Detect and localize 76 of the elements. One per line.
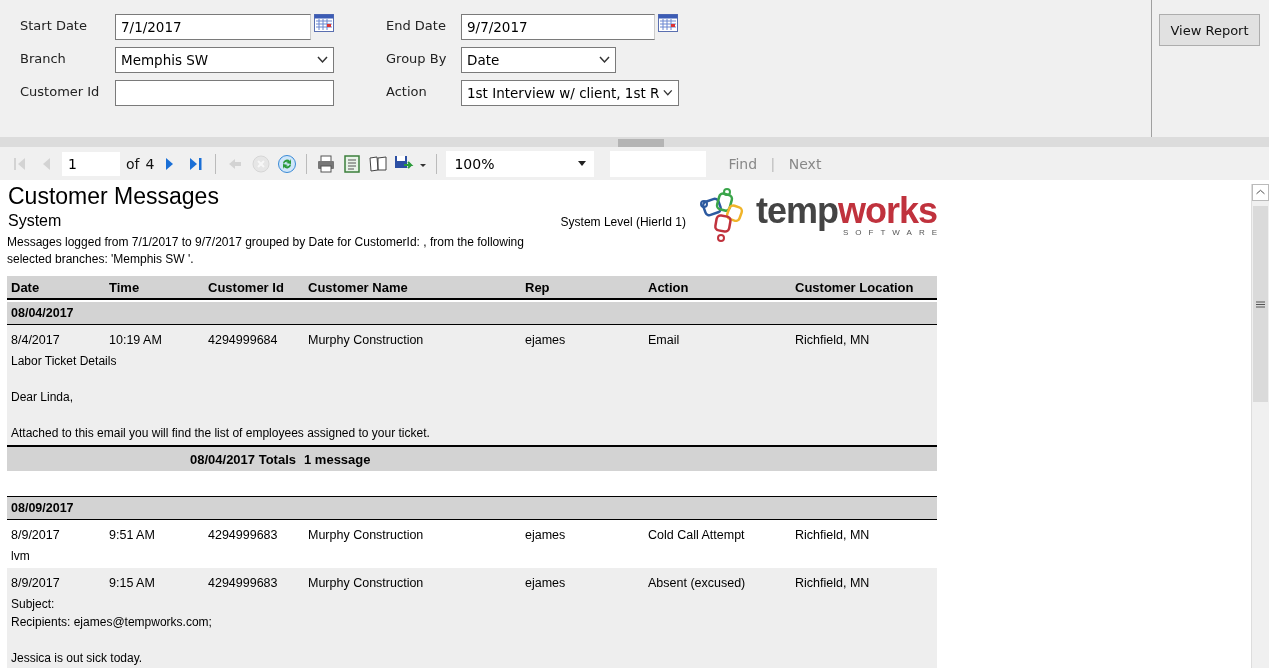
page-number-field[interactable]: 1 [62,151,120,176]
field-label: End Date [386,17,447,35]
table-cell-text: ejames [524,527,567,542]
zoom-dropdown[interactable]: 100% [446,150,595,177]
page-of-label: of [126,155,140,172]
table-cell-text: 9:15 AM [108,575,156,590]
field-label: Branch [20,50,67,68]
table-cell-text: 9:51 AM [108,527,156,542]
report-subtitle: System [8,212,63,230]
group-header: 08/04/2017 [7,302,937,325]
group-header: 08/09/2017 [7,496,937,520]
dropdown[interactable]: Date [461,47,616,73]
table-cell-text: Cold Call Attempt [647,527,746,542]
table-cell-text: 4294999684 [207,332,279,347]
company-logo: tempworks SOFTWARE [699,188,937,276]
column-header: Customer Id [207,279,285,295]
table-cell-text: Murphy Construction [307,527,425,542]
toolbar-divider: | [771,155,775,172]
print-layout-icon[interactable] [342,153,363,174]
field-label: Group By [386,50,448,68]
refresh-icon[interactable] [277,153,298,174]
print-icon[interactable] [316,153,337,174]
message-text: lvm [10,548,30,565]
table-cell-text: 4294999683 [207,575,279,590]
splitter-handle[interactable] [618,139,664,147]
table-cell-text: Email [647,332,681,347]
table-cell-text: 10:19 AM [108,332,163,347]
text-field[interactable] [115,80,334,106]
dropdown-caret-icon [578,161,587,166]
field-label: Action [386,83,428,101]
level-label: System Level (HierId 1) [560,215,686,231]
report-title: Customer Messages [8,183,220,210]
table-cell-text: 4294999683 [207,527,279,542]
column-header: Time [108,279,141,295]
column-header: Date [10,279,41,295]
column-header: Rep [524,279,551,295]
table-cell-text: 8/4/2017 [10,332,61,347]
view-report-button[interactable]: View Report [1159,14,1260,46]
column-header: Customer Location [794,279,915,295]
date-field[interactable]: 7/1/2017 [115,14,311,40]
grip-icon [1256,300,1265,308]
column-header: Customer Name [307,279,409,295]
dropdown-caret-icon [599,56,610,64]
message-text: Recipients: ejames@tempworks.com; [10,614,212,631]
dropdown-caret-icon [663,89,673,97]
field-label: Start Date [20,17,88,35]
table-cell-text: 8/9/2017 [10,527,61,542]
calendar-icon[interactable] [314,14,334,32]
scroll-up-icon[interactable] [1252,184,1269,201]
calendar-icon[interactable] [658,14,678,32]
dropdown[interactable]: 1st Interview w/ client, 1st R [461,80,679,106]
message-text: Attached to this email you will find the list of employees assigned to your ticket. [10,425,430,442]
dropdown[interactable]: Memphis SW [115,47,334,73]
message-text: Jessica is out sick today. [10,650,143,667]
message-text: Subject: [10,596,55,613]
column-header: Action [647,279,690,295]
page-count: 4 [145,155,155,172]
date-field[interactable]: 9/7/2017 [461,14,655,40]
table-cell-text: ejames [524,575,567,590]
scrollbar-thumb[interactable] [1253,206,1268,402]
message-text: Labor Ticket Details [10,353,117,370]
table-cell-text: Richfield, MN [794,575,871,590]
dropdown-caret-icon [317,56,328,64]
field-label: Customer Id [20,83,101,101]
table-cell-text: Richfield, MN [794,332,871,347]
table-cell-text: ejames [524,332,567,347]
totals-row: 08/04/2017 Totals 1 message [7,445,937,471]
table-cell-text: 8/9/2017 [10,575,61,590]
report-description: Messages logged from 7/1/2017 to 9/7/2017 grouped by Date for CustomerId: , from the following selected branches: 'Memphis SW '. [7,234,524,268]
table-cell-text: Murphy Construction [307,575,425,590]
table-cell-text: Absent (excused) [647,575,747,590]
table-cell-text: Richfield, MN [794,527,871,542]
book-icon[interactable] [368,153,389,174]
message-text: Dear Linda, [10,389,74,406]
scrollbar[interactable] [1251,184,1269,668]
table-cell-text: Murphy Construction [307,332,425,347]
